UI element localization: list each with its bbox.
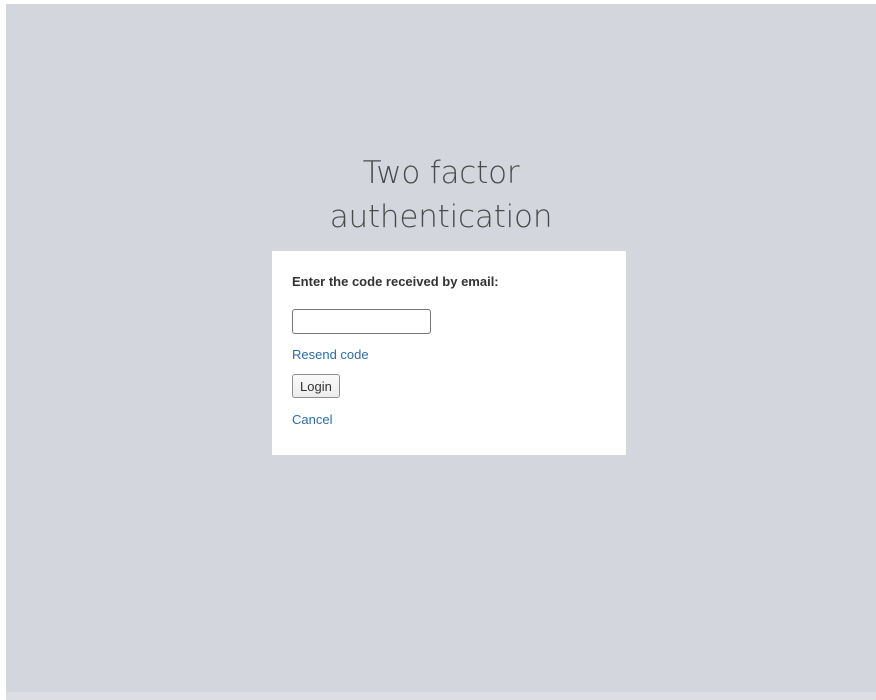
verification-code-input[interactable]: [292, 309, 431, 334]
page-title-line-1: Two factor: [362, 154, 520, 191]
code-prompt-label: Enter the code received by email:: [292, 274, 499, 289]
page-title: Two factor authentication: [6, 151, 876, 239]
two-factor-form-card: Enter the code received by email: Resend…: [272, 251, 626, 455]
login-button[interactable]: Login: [292, 374, 340, 398]
page-title-line-2: authentication: [329, 198, 553, 235]
resend-code-link[interactable]: Resend code: [292, 347, 369, 363]
page-background: Two factor authentication Enter the code…: [6, 4, 876, 700]
bottom-strip: [6, 692, 876, 700]
cancel-link[interactable]: Cancel: [292, 412, 332, 428]
